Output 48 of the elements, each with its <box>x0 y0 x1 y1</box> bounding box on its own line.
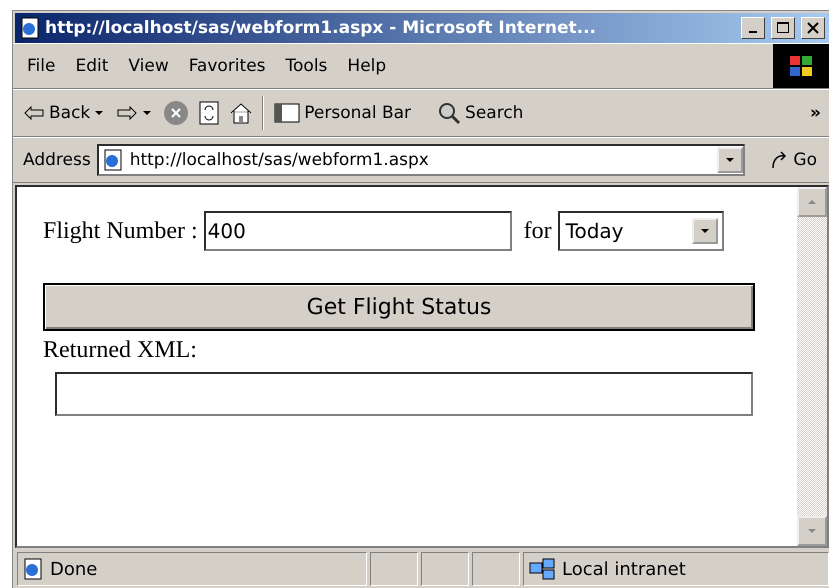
minimize-button[interactable] <box>741 17 765 39</box>
returned-xml-label: Returned XML: <box>43 337 198 364</box>
go-button[interactable]: Go <box>767 150 819 170</box>
flight-number-field[interactable]: 400 <box>204 211 512 251</box>
status-text: Done <box>50 558 98 580</box>
day-dropdown[interactable]: Today <box>558 211 724 251</box>
address-field[interactable]: http://localhost/sas/webform1.aspx <box>96 144 746 176</box>
caret-icon <box>94 110 104 116</box>
menu-item[interactable]: Favorites <box>182 56 280 76</box>
dropdown-button[interactable] <box>717 147 744 173</box>
window-title: http://localhost/sas/webform1.aspx - Microsoft Internet... <box>45 18 597 38</box>
address-label: Address <box>23 150 91 170</box>
forward-arrow-icon <box>116 106 138 120</box>
search-icon <box>437 101 462 125</box>
minimize-icon <box>749 31 757 33</box>
returned-xml-field[interactable] <box>55 372 753 416</box>
personal-bar-button[interactable]: Personal Bar <box>272 102 414 124</box>
maximize-icon <box>776 21 790 35</box>
globe-page-icon <box>19 17 41 39</box>
caret-icon <box>807 528 817 534</box>
menu-item[interactable]: Help <box>341 56 400 76</box>
close-icon <box>806 21 820 35</box>
search-button[interactable]: Search <box>435 101 526 125</box>
caret-icon <box>725 157 736 163</box>
refresh-icon[interactable] <box>198 100 220 126</box>
stop-icon[interactable] <box>162 99 190 127</box>
flight-number-label: Flight Number : <box>43 218 198 244</box>
dropdown-button[interactable] <box>692 218 718 244</box>
for-label: for <box>524 218 552 244</box>
maximize-button[interactable] <box>771 17 795 39</box>
close-button[interactable] <box>801 17 825 39</box>
caret-icon <box>142 110 152 116</box>
menu-item[interactable]: View <box>122 56 183 76</box>
menu-item[interactable]: Tools <box>280 56 342 76</box>
up-caret-icon <box>807 199 817 205</box>
panel-icon <box>274 102 300 124</box>
globe-page-icon <box>22 558 44 580</box>
menu-item[interactable]: File <box>21 56 70 76</box>
more-chevron[interactable]: » <box>810 103 821 123</box>
back-arrow-icon <box>23 106 45 120</box>
globe-page-icon <box>102 149 124 171</box>
get-flight-status-button[interactable]: Get Flight Status <box>43 283 755 331</box>
zone-text: Local intranet <box>562 558 686 580</box>
windows-logo-icon <box>773 44 829 88</box>
menu-item[interactable]: Edit <box>69 56 122 76</box>
back-button[interactable]: Back <box>21 103 106 123</box>
caret-icon <box>700 228 710 234</box>
network-icon <box>528 557 556 581</box>
